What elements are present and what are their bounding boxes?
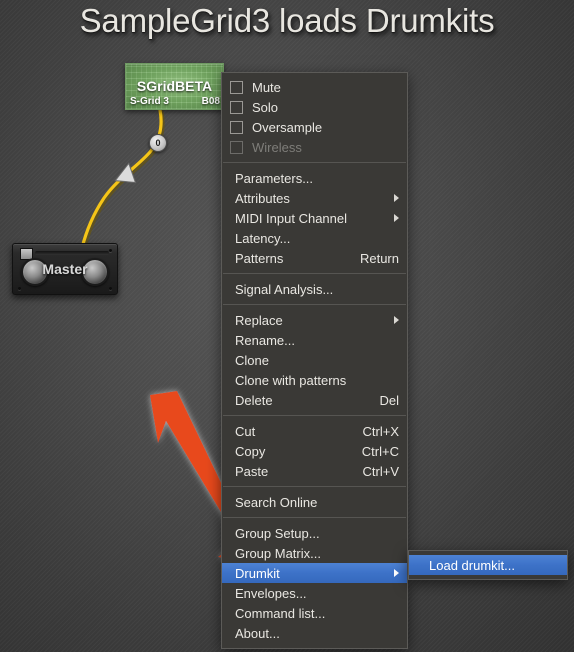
menu-item-label: Envelopes... — [235, 585, 307, 601]
menu-item-patterns[interactable]: Patterns Return — [222, 248, 407, 268]
menu-item-shortcut: Return — [359, 250, 399, 266]
checkbox-icon[interactable] — [230, 100, 243, 114]
menu-item-label: Mute — [252, 79, 281, 95]
menu-item-drumkit[interactable]: Drumkit — [222, 563, 407, 583]
menu-item-label: About... — [235, 625, 280, 641]
screw-icon — [109, 287, 112, 290]
menu-item-label: Copy — [235, 443, 266, 459]
menu-item-attributes[interactable]: Attributes — [222, 188, 407, 208]
checkbox-icon[interactable] — [230, 120, 243, 134]
chevron-right-icon — [394, 569, 399, 577]
menu-item-shortcut: Ctrl+X — [362, 423, 399, 439]
menu-item-mute[interactable]: Mute — [222, 77, 407, 97]
menu-item-label: Paste — [235, 463, 269, 479]
menu-item-solo[interactable]: Solo — [222, 97, 407, 117]
module-sgrid-title: SGridBETA — [136, 78, 213, 94]
menu-item-delete[interactable]: Delete Del — [222, 390, 407, 410]
screw-icon — [18, 287, 21, 290]
menu-item-shortcut: Del — [379, 392, 399, 408]
menu-item-shortcut: Ctrl+V — [362, 463, 399, 479]
menu-item-label: Group Matrix... — [235, 545, 321, 561]
chevron-right-icon — [394, 316, 399, 324]
menu-item-rename[interactable]: Rename... — [222, 330, 407, 350]
checkbox-icon — [230, 140, 243, 154]
menu-item-shortcut: Ctrl+C — [361, 443, 399, 459]
module-sgrid-subtitle: S-Grid 3 — [130, 96, 169, 107]
menu-separator — [223, 162, 406, 163]
screenshot-root: SampleGrid3 loads Drumkits 0 SGridBETA S… — [0, 0, 574, 652]
menu-item-group-matrix[interactable]: Group Matrix... — [222, 543, 407, 563]
menu-item-signal[interactable]: Signal Analysis... — [222, 279, 407, 299]
menu-item-copy[interactable]: Copy Ctrl+C — [222, 441, 407, 461]
menu-item-label: Patterns — [235, 250, 284, 266]
context-menu[interactable]: Mute Solo Oversample Wireless Parameters... A… — [221, 72, 408, 649]
menu-item-label: Delete — [235, 392, 273, 408]
menu-item-label: Clone — [235, 352, 269, 368]
menu-item-label: Clone with patterns — [235, 372, 347, 388]
cable-index-badge: 0 — [149, 134, 167, 152]
menu-separator — [223, 415, 406, 416]
menu-item-label: Replace — [235, 312, 283, 328]
menu-item-label: Attributes — [235, 190, 290, 206]
menu-item-oversample[interactable]: Oversample — [222, 117, 407, 137]
module-master[interactable]: Master — [12, 243, 118, 295]
module-sgrid[interactable]: SGridBETA S-Grid 3 B08 — [125, 63, 224, 110]
menu-item-label: Search Online — [235, 494, 318, 510]
menu-item-label: Oversample — [252, 119, 323, 135]
menu-item-label: Solo — [252, 99, 279, 115]
menu-item-label: Wireless — [252, 139, 302, 155]
menu-separator — [223, 517, 406, 518]
chevron-right-icon — [394, 194, 399, 202]
menu-item-load-drumkit[interactable]: Load drumkit... — [409, 555, 567, 575]
checkbox-icon[interactable] — [230, 80, 243, 94]
menu-item-envelopes[interactable]: Envelopes... — [222, 583, 407, 603]
menu-item-label: Group Setup... — [235, 525, 320, 541]
menu-item-parameters[interactable]: Parameters... — [222, 168, 407, 188]
module-sgrid-version: B08 — [201, 96, 220, 107]
menu-item-clone[interactable]: Clone — [222, 350, 407, 370]
menu-item-about[interactable]: About... — [222, 623, 407, 643]
menu-item-group-setup[interactable]: Group Setup... — [222, 523, 407, 543]
menu-item-latency[interactable]: Latency... — [222, 228, 407, 248]
menu-item-cut[interactable]: Cut Ctrl+X — [222, 421, 407, 441]
menu-item-label: MIDI Input Channel — [235, 210, 348, 226]
menu-separator — [223, 273, 406, 274]
menu-item-label: Load drumkit... — [429, 557, 515, 573]
menu-item-label: Command list... — [235, 605, 326, 621]
menu-item-search[interactable]: Search Online — [222, 492, 407, 512]
menu-item-wireless: Wireless — [222, 137, 407, 157]
menu-item-paste[interactable]: Paste Ctrl+V — [222, 461, 407, 481]
menu-separator — [223, 486, 406, 487]
context-submenu[interactable]: Load drumkit... — [408, 550, 568, 580]
menu-separator — [223, 304, 406, 305]
menu-item-label: Cut — [235, 423, 256, 439]
menu-item-label: Drumkit — [235, 565, 280, 581]
module-master-label: Master — [42, 261, 88, 277]
menu-item-midi-input[interactable]: MIDI Input Channel — [222, 208, 407, 228]
menu-item-command-list[interactable]: Command list... — [222, 603, 407, 623]
menu-item-label: Signal Analysis... — [235, 281, 334, 297]
screw-icon — [109, 249, 112, 252]
menu-item-label: Parameters... — [235, 170, 314, 186]
chevron-right-icon — [394, 214, 399, 222]
master-slot-icon — [35, 251, 109, 255]
menu-item-label: Latency... — [235, 230, 291, 246]
menu-item-label: Rename... — [235, 332, 295, 348]
menu-item-clone-pat[interactable]: Clone with patterns — [222, 370, 407, 390]
menu-item-replace[interactable]: Replace — [222, 310, 407, 330]
